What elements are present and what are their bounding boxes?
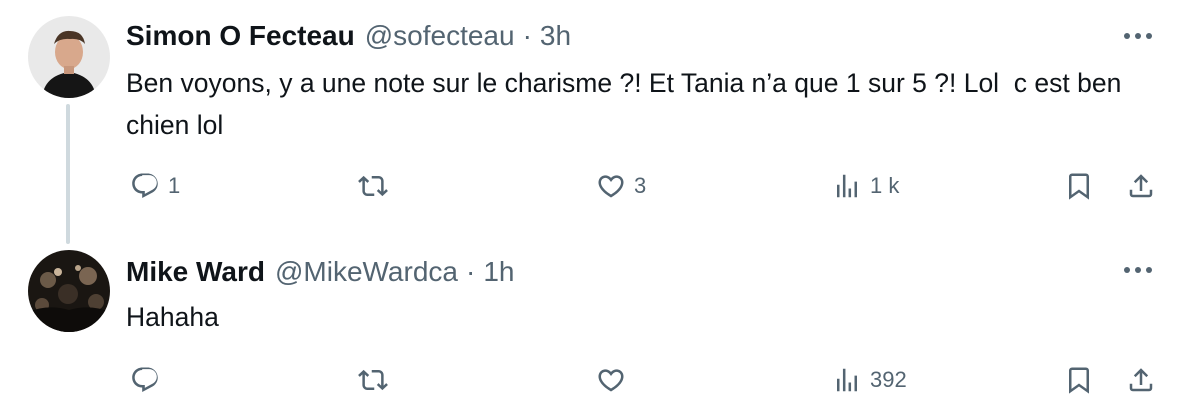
tweet-header: Simon O Fecteau @sofecteau · 3h [126,20,571,52]
retweet-button[interactable] [358,360,396,400]
share-button[interactable] [1126,360,1156,400]
author-name[interactable]: Mike Ward [126,256,265,288]
separator: · [465,256,476,287]
view-count: 1 k [870,173,900,198]
bookmark-button[interactable] [1064,360,1094,400]
tweet-text: Ben voyons, y a une note sur le charisme… [126,68,1129,140]
author-handle[interactable]: @MikeWardca [275,256,458,288]
action-bar: 1 3 1 k [126,166,1166,206]
views-button[interactable]: 392 [832,360,907,400]
action-bar: 392 [126,360,1166,400]
reply-icon [132,173,158,198]
more-icon[interactable] [1118,24,1158,48]
share-icon [1129,174,1153,198]
heart-icon [598,369,624,392]
tweet[interactable]: Mike Ward @MikeWardca · 1h Hahaha 392 [0,240,1178,420]
avatar[interactable] [28,16,110,98]
separator: · [522,20,532,51]
reply-button[interactable] [130,360,168,400]
share-button[interactable] [1126,166,1156,206]
bookmark-icon [1069,367,1089,394]
bookmark-icon [1069,173,1089,200]
like-button[interactable]: 3 [596,166,646,206]
tweet[interactable]: Simon O Fecteau @sofecteau · 3h Ben voyo… [0,0,1178,244]
author-name[interactable]: Simon O Fecteau [126,20,355,52]
reply-count: 1 [168,173,181,198]
thread-line [66,104,70,244]
like-count: 3 [634,173,647,198]
tweet-header: Mike Ward @MikeWardca · 1h [126,256,514,288]
reply-icon [132,367,158,392]
views-icon [837,368,857,392]
timestamp[interactable]: 1h [483,256,514,288]
tweet-text: Hahaha [126,302,219,332]
retweet-icon [358,369,388,391]
retweet-icon [358,175,388,197]
bookmark-button[interactable] [1064,166,1094,206]
view-count: 392 [870,367,907,392]
timestamp[interactable]: 3h [540,20,571,52]
views-icon [837,174,857,198]
views-button[interactable]: 1 k [832,166,899,206]
avatar[interactable] [28,250,110,332]
more-icon[interactable] [1118,258,1158,282]
reply-button[interactable]: 1 [130,166,180,206]
like-button[interactable] [596,360,634,400]
share-icon [1129,368,1153,392]
author-handle[interactable]: @sofecteau [365,20,515,52]
heart-icon [598,175,624,198]
retweet-button[interactable] [358,166,396,206]
